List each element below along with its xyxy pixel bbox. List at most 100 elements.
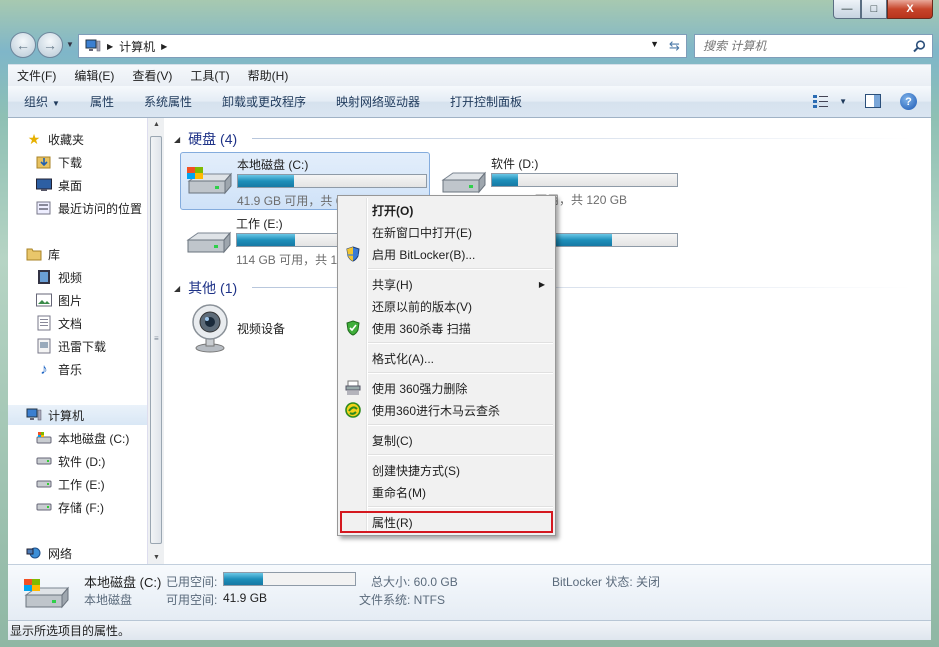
nav-favorites-label: 收藏夹 xyxy=(48,132,85,147)
address-dropdown-icon[interactable]: ▼ xyxy=(650,39,659,49)
nav-scroll-thumb[interactable]: ≡ xyxy=(150,136,162,544)
picture-library-icon xyxy=(36,292,52,308)
menu-tools[interactable]: 工具(T) xyxy=(181,67,238,84)
chevron-down-icon[interactable]: ▼ xyxy=(839,97,847,106)
nav-computer[interactable]: 计算机 xyxy=(8,405,147,425)
cm-item-bitlocker[interactable]: 启用 BitLocker(B)... xyxy=(340,243,553,265)
cm-open-label: 打开(O) xyxy=(372,203,414,218)
drive-usage-fill xyxy=(238,175,295,187)
close-button[interactable]: X xyxy=(887,0,933,19)
cm-trojan-scan-label: 使用360进行木马云查杀 xyxy=(372,403,501,418)
cm-item-restore-versions[interactable]: 还原以前的版本(V) xyxy=(340,295,553,317)
library-folder-icon xyxy=(26,246,42,262)
nav-libraries[interactable]: 库 xyxy=(26,244,147,264)
cm-item-360-scan[interactable]: 使用 360杀毒 扫描 xyxy=(340,317,553,339)
nav-recent-places[interactable]: 最近访问的位置 xyxy=(36,198,147,218)
scroll-up-icon[interactable]: ▲ xyxy=(153,121,160,128)
cm-item-create-shortcut[interactable]: 创建快捷方式(S) xyxy=(340,459,553,481)
cm-share-label: 共享(H) xyxy=(372,277,413,292)
menu-view[interactable]: 查看(V) xyxy=(123,67,181,84)
system-properties-button[interactable]: 系统属性 xyxy=(129,93,207,110)
back-button[interactable]: ← xyxy=(10,32,36,58)
cm-item-properties[interactable]: 属性(R) xyxy=(340,511,553,533)
nav-desktop[interactable]: 桌面 xyxy=(36,175,147,195)
scroll-down-icon[interactable]: ▼ xyxy=(153,554,160,561)
nav-drive-f[interactable]: 存储 (F:) xyxy=(36,497,147,517)
change-view-button[interactable]: ▼ xyxy=(813,94,847,108)
minimize-button[interactable]: — xyxy=(833,0,861,19)
preview-pane-icon[interactable] xyxy=(865,94,881,108)
nav-music[interactable]: ♪ 音乐 xyxy=(36,359,147,379)
arrow-right-icon: → xyxy=(43,37,57,53)
search-icon[interactable] xyxy=(913,40,926,53)
cm-item-share[interactable]: 共享(H) ▶ xyxy=(340,273,553,295)
nav-xunlei-downloads[interactable]: 迅雷下载 xyxy=(36,336,147,356)
menu-edit[interactable]: 编辑(E) xyxy=(65,67,123,84)
nav-downloads-label: 下载 xyxy=(58,155,83,170)
refresh-button[interactable]: ⇆ xyxy=(663,34,687,58)
nav-drive-d[interactable]: 软件 (D:) xyxy=(36,451,147,471)
address-bar[interactable]: ▶ 计算机 ▶ ▼ xyxy=(78,34,664,58)
nav-xunlei-label: 迅雷下载 xyxy=(58,339,107,354)
open-control-panel-button[interactable]: 打开控制面板 xyxy=(435,93,537,110)
nav-documents[interactable]: 文档 xyxy=(36,313,147,333)
search-input[interactable] xyxy=(703,39,903,53)
details-usage-bar xyxy=(223,572,356,586)
cm-item-360-force-delete[interactable]: 使用 360强力删除 xyxy=(340,377,553,399)
breadcrumb-arrow-icon[interactable]: ▶ xyxy=(161,42,167,51)
device-item-webcam[interactable]: 视频设备 xyxy=(184,300,334,356)
status-bar: 显示所选项目的属性。 xyxy=(8,620,931,640)
collapse-triangle-icon[interactable]: ◢ xyxy=(174,135,180,144)
video-library-icon xyxy=(36,269,52,285)
group-other[interactable]: ◢ 其他 (1) xyxy=(174,278,237,298)
cm-item-rename[interactable]: 重命名(M) xyxy=(340,481,553,503)
nav-pictures-label: 图片 xyxy=(58,293,83,308)
details-total-size: 总大小: 60.0 GB xyxy=(371,575,458,589)
details-drive-name: 本地磁盘 (C:) xyxy=(84,575,162,590)
cm-item-copy[interactable]: 复制(C) xyxy=(340,429,553,451)
cm-item-open[interactable]: 打开(O) xyxy=(340,199,553,221)
details-bitlocker-status: BitLocker 状态: 关闭 xyxy=(552,575,661,589)
nav-pictures[interactable]: 图片 xyxy=(36,290,147,310)
details-usage-fill xyxy=(224,573,264,585)
properties-button[interactable]: 属性 xyxy=(75,93,129,110)
nav-downloads[interactable]: 下载 xyxy=(36,152,147,172)
cm-item-open-new-window[interactable]: 在新窗口中打开(E) xyxy=(340,221,553,243)
cm-separator xyxy=(368,342,553,344)
search-box[interactable] xyxy=(694,34,933,58)
map-network-drive-button[interactable]: 映射网络驱动器 xyxy=(321,93,435,110)
cm-item-format[interactable]: 格式化(A)... xyxy=(340,347,553,369)
nav-videos[interactable]: 视频 xyxy=(36,267,147,287)
chevron-down-icon: ▼ xyxy=(52,99,60,108)
hard-drive-icon xyxy=(186,231,232,254)
nav-network[interactable]: 网络 xyxy=(26,543,147,563)
nav-documents-label: 文档 xyxy=(58,316,83,331)
nav-scrollbar[interactable]: ▲ ≡ ▼ xyxy=(147,118,164,564)
music-note-icon: ♪ xyxy=(40,360,48,378)
uninstall-program-button[interactable]: 卸载或更改程序 xyxy=(207,93,321,110)
menu-file[interactable]: 文件(F) xyxy=(8,67,65,84)
group-hard-disks[interactable]: ◢ 硬盘 (4) xyxy=(174,129,237,149)
details-free-label: 可用空间: xyxy=(166,593,218,607)
breadcrumb-computer[interactable]: 计算机 xyxy=(119,38,155,55)
cm-rename-label: 重命名(M) xyxy=(372,485,426,500)
collapse-triangle-icon[interactable]: ◢ xyxy=(174,284,180,293)
nav-drive-c-label: 本地磁盘 (C:) xyxy=(58,431,130,446)
breadcrumb-arrow-icon[interactable]: ▶ xyxy=(107,42,113,51)
recent-pages-dropdown[interactable]: ▼ xyxy=(66,40,74,49)
nav-drive-e[interactable]: 工作 (E:) xyxy=(36,474,147,494)
group-other-label: 其他 (1) xyxy=(188,280,238,296)
forward-button[interactable]: → xyxy=(37,32,63,58)
nav-favorites[interactable]: ★ 收藏夹 xyxy=(26,129,147,149)
nav-desktop-label: 桌面 xyxy=(58,178,83,193)
help-icon[interactable]: ? xyxy=(900,93,917,110)
cm-item-360-trojan-scan[interactable]: 使用360进行木马云查杀 xyxy=(340,399,553,421)
organize-button[interactable]: 组织 ▼ xyxy=(8,93,75,110)
details-used-label: 已用空间: xyxy=(166,575,218,589)
drive-name: 工作 (E:) xyxy=(236,217,283,231)
details-drive-type: 本地磁盘 xyxy=(84,593,133,607)
cm-separator xyxy=(368,268,553,270)
nav-drive-c[interactable]: 本地磁盘 (C:) xyxy=(36,428,147,448)
maximize-button[interactable]: □ xyxy=(861,0,887,19)
menu-help[interactable]: 帮助(H) xyxy=(239,67,298,84)
